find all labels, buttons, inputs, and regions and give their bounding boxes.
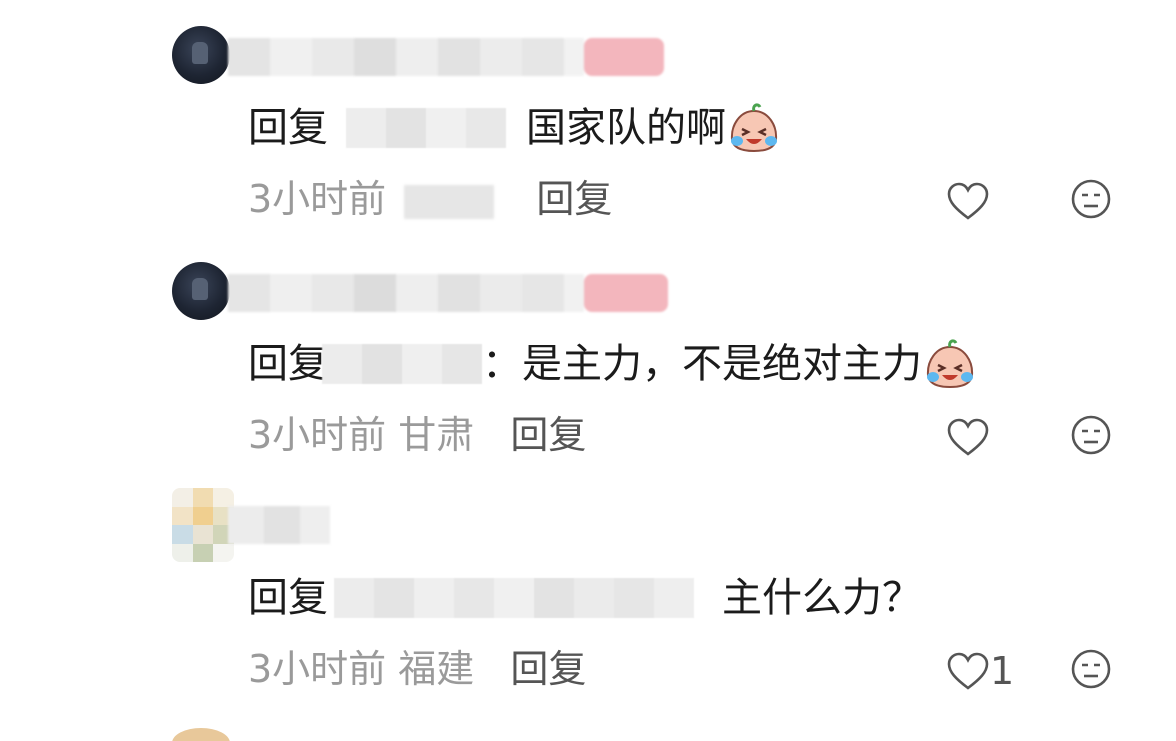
comment-meta: 3小时前 福建 回复 (248, 644, 586, 694)
avatar[interactable] (172, 26, 230, 84)
username-blurred[interactable] (228, 268, 668, 318)
reply-prefix: 回复 (248, 341, 328, 387)
comment-text: 回复 ：是主力，不是绝对主力 (248, 334, 976, 394)
heart-outline-icon (947, 182, 989, 220)
crying-laughing-emoji-icon (730, 103, 778, 153)
comment-item: 回复 主什么力？ 3小时前 福建 回复 1 (0, 488, 1176, 726)
location-blurred (404, 184, 495, 219)
meh-face-icon[interactable] (1070, 648, 1112, 690)
comment-item (0, 728, 1176, 741)
comment-body: ：是主力，不是绝对主力 (482, 341, 922, 387)
meh-face-icon[interactable] (1070, 414, 1112, 456)
timestamp: 3小时前 (248, 413, 387, 457)
username-blurred[interactable] (228, 32, 664, 82)
comment-body: 国家队的啊 (526, 105, 726, 151)
timestamp: 3小时前 (248, 647, 387, 691)
mention-blurred[interactable] (334, 578, 694, 618)
comment-item: 回复 国家队的啊 3小时前 回复 (0, 26, 1176, 256)
location: 福建 (398, 647, 475, 691)
like-button[interactable] (946, 412, 990, 462)
heart-outline-icon (947, 652, 989, 690)
reply-button[interactable]: 回复 (536, 177, 612, 221)
heart-outline-icon (947, 418, 989, 456)
like-button[interactable]: 1 (946, 646, 1014, 696)
comment-body: 主什么力？ (722, 575, 922, 621)
mention-blurred[interactable] (346, 108, 506, 148)
comment-text: 回复 主什么力？ (248, 568, 922, 628)
meh-face-icon[interactable] (1070, 178, 1112, 220)
avatar[interactable] (172, 488, 234, 562)
reply-prefix: 回复 (248, 105, 328, 151)
avatar[interactable] (172, 728, 230, 741)
reply-button[interactable]: 回复 (510, 413, 586, 457)
like-count: 1 (990, 649, 1015, 693)
comment-meta: 3小时前 回复 (248, 174, 612, 224)
crying-laughing-emoji-icon (926, 339, 974, 389)
like-button[interactable] (946, 176, 990, 226)
reply-prefix: 回复 (248, 575, 328, 621)
comment-text: 回复 国家队的啊 (248, 98, 780, 158)
comment-meta: 3小时前 甘肃 回复 (248, 410, 586, 460)
timestamp: 3小时前 (248, 177, 387, 221)
username-blurred[interactable] (228, 500, 330, 550)
comment-item: 回复 ：是主力，不是绝对主力 3小时前 甘肃 回复 (0, 262, 1176, 492)
mention-blurred[interactable] (322, 344, 482, 384)
location: 甘肃 (398, 413, 475, 457)
reply-button[interactable]: 回复 (510, 647, 586, 691)
avatar[interactable] (172, 262, 230, 320)
